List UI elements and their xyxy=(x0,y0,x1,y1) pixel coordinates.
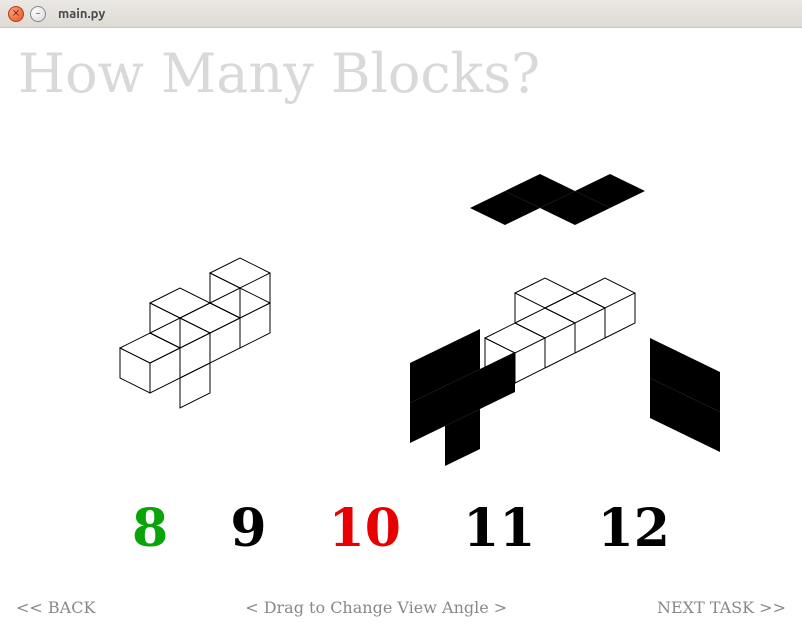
app-content: How Many Blocks? xyxy=(0,28,802,629)
answer-option-3[interactable]: 11 xyxy=(463,498,535,559)
answer-option-4[interactable]: 12 xyxy=(598,498,670,559)
drag-hint: < Drag to Change View Angle > xyxy=(245,598,507,617)
answer-options: 8 9 10 11 12 xyxy=(0,498,802,559)
minimize-icon[interactable]: – xyxy=(30,6,46,22)
answer-option-2[interactable]: 10 xyxy=(329,498,401,559)
answer-option-0[interactable]: 8 xyxy=(132,498,168,559)
answer-option-1[interactable]: 9 xyxy=(230,498,266,559)
footer-bar: << BACK < Drag to Change View Angle > NE… xyxy=(0,598,802,617)
top-shadow xyxy=(460,163,660,243)
right-shadow xyxy=(640,308,740,468)
next-button[interactable]: NEXT TASK >> xyxy=(657,598,786,617)
window-titlebar: × – main.py xyxy=(0,0,802,28)
wireframe-left xyxy=(100,248,320,428)
close-icon[interactable]: × xyxy=(8,6,24,22)
question-text: How Many Blocks? xyxy=(18,42,540,105)
left-shadow xyxy=(400,308,540,468)
block-scene[interactable] xyxy=(0,128,802,458)
back-button[interactable]: << BACK xyxy=(16,598,95,617)
window-title: main.py xyxy=(58,7,105,21)
